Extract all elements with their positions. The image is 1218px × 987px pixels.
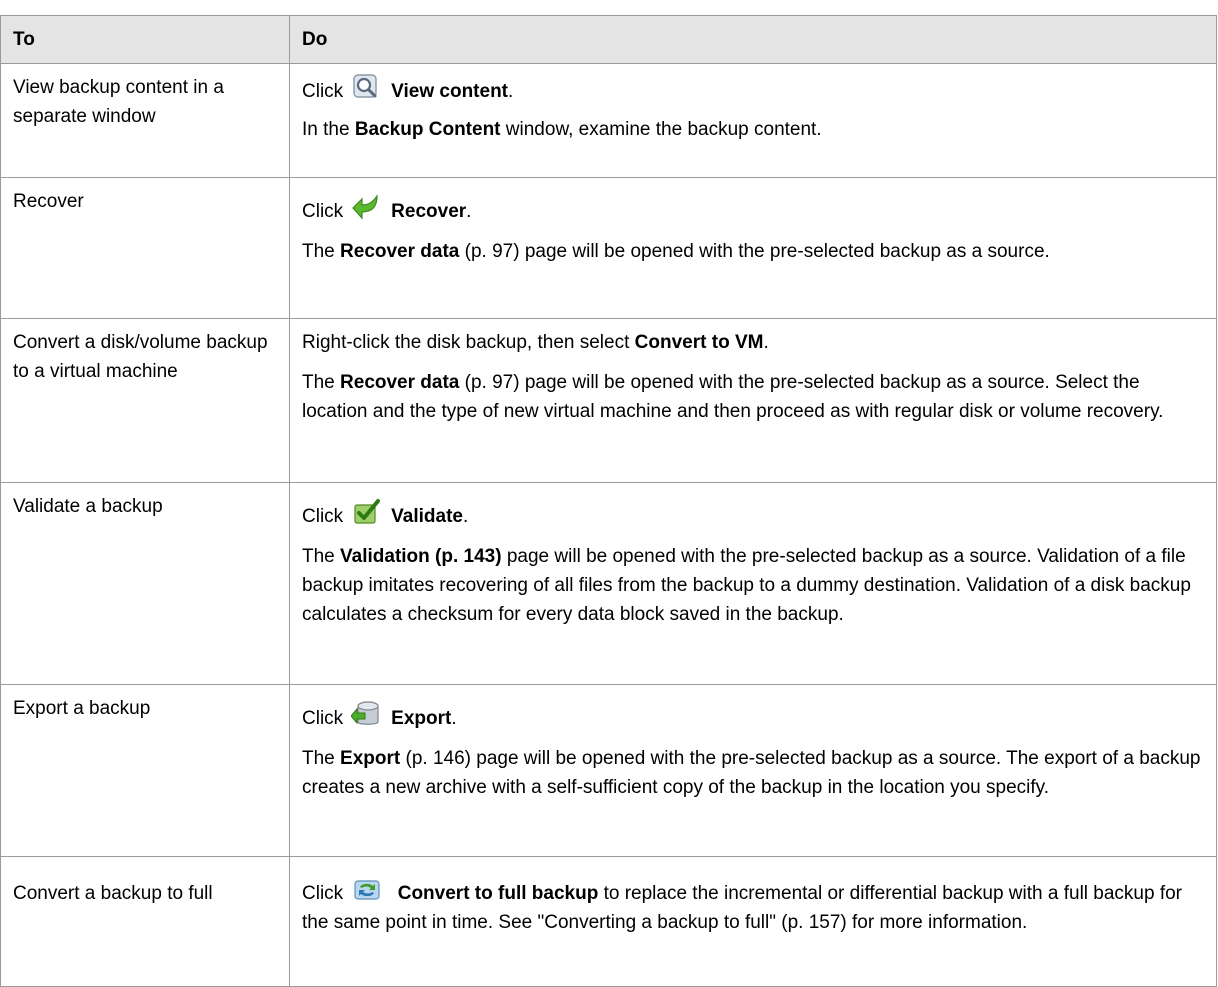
row-do-validate: Click Validate. The Validation (p. 143) …	[289, 482, 1217, 685]
green-arrow-icon	[351, 192, 381, 222]
view-content-action: View content	[391, 81, 509, 102]
table-row: Recover Click Recover. The Recover data …	[0, 177, 1217, 319]
row-do-view-content: Click View content. In the Backup Conten…	[289, 63, 1217, 178]
row-to-validate: Validate a backup	[0, 482, 290, 685]
actions-table: To Do View backup content in a separate …	[0, 15, 1217, 987]
validate-action: Validate	[391, 506, 463, 527]
row-do-convert-vm: Right-click the disk backup, then select…	[289, 318, 1217, 483]
row-to-export: Export a backup	[0, 684, 290, 857]
green-check-icon	[351, 497, 381, 527]
row-do-export: Click Export. The Export (p. 146) page w…	[289, 684, 1217, 857]
convert-full-action: Convert to full backup	[397, 883, 599, 904]
convert-vm-description: The Recover data (p. 97) page will be op…	[302, 372, 1164, 422]
convert-full-description: Click Convert to full backup to replace …	[302, 869, 1204, 937]
database-export-icon	[351, 699, 381, 729]
view-content-description: In the Backup Content window, examine th…	[302, 119, 822, 140]
validate-description: The Validation (p. 143) page will be ope…	[302, 546, 1191, 625]
convert-vm-instruction: Right-click the disk backup, then select…	[302, 332, 769, 353]
click-text: Click	[302, 81, 344, 102]
table-row: Convert a backup to full Click Convert t…	[0, 856, 1217, 987]
row-to-convert-vm: Convert a disk/volume backup to a virtua…	[0, 318, 290, 483]
export-description: The Export (p. 146) page will be opened …	[302, 748, 1201, 798]
table-row: Convert a disk/volume backup to a virtua…	[0, 318, 1217, 483]
row-do-convert-full: Click Convert to full backup to replace …	[289, 856, 1217, 987]
table-row: View backup content in a separate window…	[0, 63, 1217, 178]
row-to-recover: Recover	[0, 177, 290, 319]
magnifier-icon	[351, 72, 381, 102]
table-row: Validate a backup Click Validate. The Va…	[0, 482, 1217, 685]
convert-arrows-icon	[352, 875, 382, 905]
row-do-recover: Click Recover. The Recover data (p. 97) …	[289, 177, 1217, 319]
recover-action: Recover	[391, 201, 467, 222]
export-action: Export	[391, 708, 452, 729]
row-to-convert-full: Convert a backup to full	[0, 856, 290, 987]
recover-description: The Recover data (p. 97) page will be op…	[302, 241, 1050, 262]
header-to: To	[0, 15, 290, 64]
table-row: Export a backup Click Export. The Export…	[0, 684, 1217, 857]
table-header-row: To Do	[0, 15, 1217, 64]
header-do: Do	[289, 15, 1217, 64]
row-to-view-content: View backup content in a separate window	[0, 63, 290, 178]
